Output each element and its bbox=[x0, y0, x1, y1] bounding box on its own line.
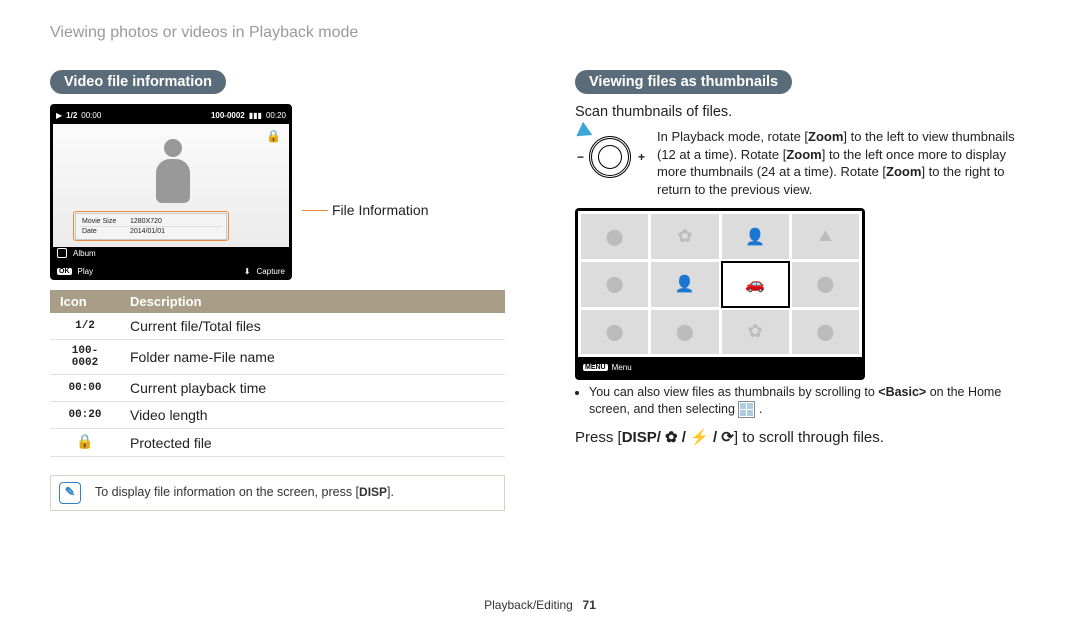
table-row: 100-0002Folder name-File name bbox=[50, 340, 505, 375]
video-preview-silhouette bbox=[143, 139, 203, 211]
col-description-header: Description bbox=[120, 290, 505, 313]
nav-keys: DISP/ ✿ / ⚡ / ⟳ bbox=[622, 429, 734, 446]
col-icon-header: Icon bbox=[50, 290, 120, 313]
table-row: 🔒Protected file bbox=[50, 429, 505, 457]
camera-bottom-bar: Album OK Play ⬇ Capture bbox=[53, 247, 289, 277]
section-heading-video-file-info: Video file information bbox=[50, 70, 226, 94]
file-counter: 1/2 bbox=[66, 111, 77, 120]
press-scroll-instruction: Press [DISP/ ✿ / ⚡ / ⟳] to scroll throug… bbox=[575, 428, 1030, 446]
note-icon: ✎ bbox=[59, 482, 81, 504]
battery-icon: ▮▮▮ bbox=[249, 111, 262, 120]
zoom-instruction-text: In Playback mode, rotate [Zoom] to the l… bbox=[657, 128, 1030, 198]
menu-key-chip: MENU bbox=[583, 364, 608, 371]
play-label: Play bbox=[78, 267, 94, 276]
page-footer: Playback/Editing 71 bbox=[0, 598, 1080, 612]
ok-key-chip: OK bbox=[57, 268, 72, 275]
table-row: 00:00Current playback time bbox=[50, 375, 505, 402]
capture-label: Capture bbox=[257, 267, 285, 276]
thumbnail-app-icon bbox=[738, 401, 755, 418]
zoom-dial-icon: − + bbox=[575, 128, 645, 184]
table-row: 1/2Current file/Total files bbox=[50, 313, 505, 340]
thumbnail-bullets: You can also view files as thumbnails by… bbox=[575, 384, 1030, 418]
table-row: 00:20Video length bbox=[50, 402, 505, 429]
section-heading-thumbnails: Viewing files as thumbnails bbox=[575, 70, 792, 94]
folder-file-name: 100-0002 bbox=[211, 111, 245, 120]
file-information-callout-label: File Information bbox=[332, 202, 428, 218]
play-icon: ▶ bbox=[56, 111, 62, 120]
note-box: ✎ To display file information on the scr… bbox=[50, 475, 505, 511]
icon-description-table: Icon Description 1/2Current file/Total f… bbox=[50, 290, 505, 457]
video-duration: 00:20 bbox=[266, 111, 286, 120]
callout-line bbox=[302, 210, 328, 211]
camera-screen-thumbnail-view: ⬤ ✿ 👤 ⛰ ⬤ 👤 🚗 ⬤ ⬤ ⬤ ✿ ⬤ MENU Menu bbox=[575, 208, 865, 380]
playback-time: 00:00 bbox=[81, 111, 101, 120]
lock-icon: 🔒 bbox=[266, 129, 281, 143]
menu-label: Menu bbox=[612, 363, 632, 372]
selected-thumbnail: 🚗 bbox=[722, 262, 789, 307]
album-label: Album bbox=[73, 249, 96, 258]
breadcrumb: Viewing photos or videos in Playback mod… bbox=[50, 24, 1030, 42]
disp-key: DISP bbox=[359, 485, 387, 499]
camera-screen-video-info: ▶ 1/2 00:00 100-0002 ▮▮▮ 00:20 🔒 bbox=[50, 104, 292, 280]
scan-thumbnails-text: Scan thumbnails of files. bbox=[575, 104, 1030, 120]
file-info-popup: Movie Size1280X720 Date2014/01/01 bbox=[75, 213, 227, 240]
